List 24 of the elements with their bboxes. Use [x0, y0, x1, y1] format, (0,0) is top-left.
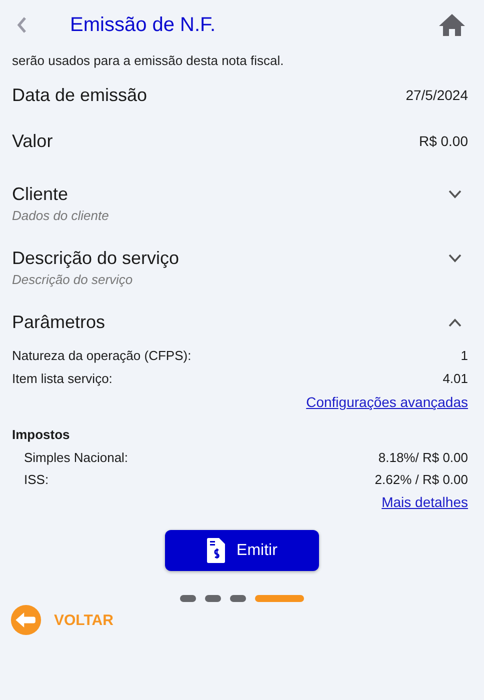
advanced-settings-link[interactable]: Configurações avançadas	[306, 394, 468, 410]
tax-label: ISS:	[24, 472, 49, 486]
emit-button[interactable]: Emitir	[165, 530, 319, 571]
invoice-icon	[206, 538, 225, 563]
more-details-link[interactable]: Mais detalhes	[382, 494, 468, 510]
field-label: Data de emissão	[12, 84, 148, 106]
section-subtitle: Dados do cliente	[12, 208, 110, 225]
section-title: Parâmetros	[12, 312, 106, 332]
parameter-label: Natureza da operação (CFPS):	[12, 348, 192, 363]
parameter-label: Item lista serviço:	[12, 371, 112, 386]
field-label: Valor	[12, 130, 53, 152]
tax-label: Simples Nacional:	[24, 450, 128, 464]
screen-title: Emissão de N.F.	[70, 14, 217, 36]
field-value: R$ 0.00	[418, 133, 468, 149]
section-subtitle: Descrição do serviço	[12, 272, 134, 289]
parameter-value: 1	[460, 348, 468, 363]
taxes-heading: Impostos	[11, 426, 71, 444]
parameter-value: 4.01	[442, 371, 468, 386]
tax-value: 8.18%/ R$ 0.00	[378, 450, 468, 464]
tax-value: 2.62% / R$ 0.00	[374, 472, 468, 486]
field-value: 27/5/2024	[406, 87, 468, 103]
section-title: Descrição do serviço	[12, 248, 180, 268]
intro-text: serão usados para a emissão desta nota fiscal.	[11, 52, 285, 70]
section-title: Cliente	[12, 184, 68, 204]
